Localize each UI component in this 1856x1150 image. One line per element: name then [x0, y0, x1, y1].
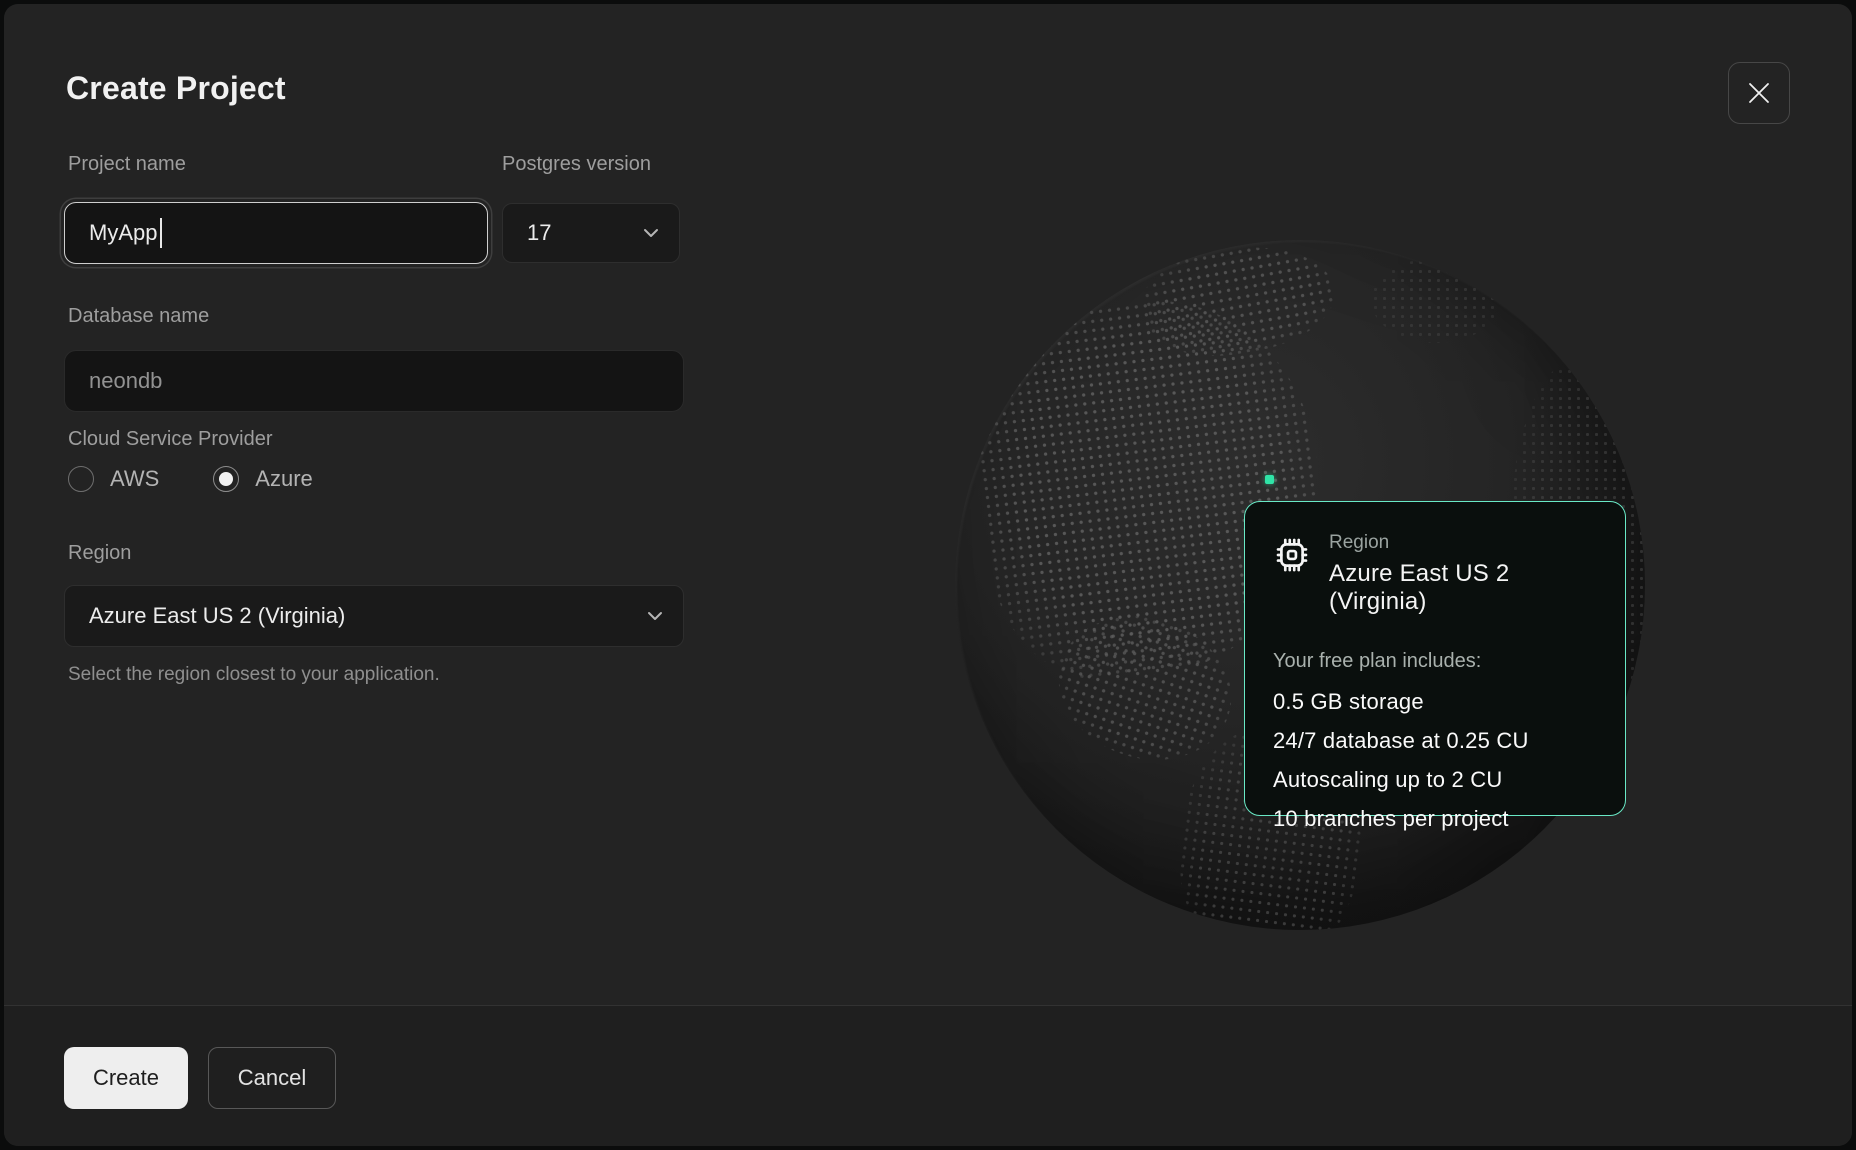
tooltip-region-title: Azure East US 2 (Virginia) — [1329, 560, 1595, 616]
project-name-label: Project name — [68, 153, 186, 176]
radio-azure-label: Azure — [255, 466, 312, 492]
database-name-label: Database name — [68, 305, 209, 328]
tooltip-feature-storage: 0.5 GB storage — [1273, 689, 1595, 715]
tooltip-plan-heading: Your free plan includes: — [1273, 650, 1595, 673]
region-helper-text: Select the region closest to your applic… — [68, 664, 440, 686]
region-select[interactable]: Azure East US 2 (Virginia) — [64, 585, 684, 647]
chevron-down-icon — [647, 611, 663, 621]
region-marker-dot — [1265, 475, 1274, 484]
text-caret — [160, 218, 162, 248]
radio-unselected-icon — [68, 466, 94, 492]
radio-selected-icon — [213, 466, 239, 492]
create-project-modal: Create Project — [4, 4, 1852, 1146]
radio-azure[interactable]: Azure — [213, 466, 312, 492]
radio-aws-label: AWS — [110, 466, 159, 492]
region-select-value: Azure East US 2 (Virginia) — [89, 603, 345, 629]
radio-aws[interactable]: AWS — [68, 466, 159, 492]
modal-footer: Create Cancel — [4, 1005, 1852, 1146]
close-button[interactable] — [1728, 62, 1790, 124]
database-name-input[interactable] — [64, 350, 684, 412]
project-name-value: MyApp — [89, 220, 157, 246]
page-title: Create Project — [66, 70, 286, 107]
page-background: Create Project — [0, 0, 1856, 1150]
tooltip-feature-database: 24/7 database at 0.25 CU — [1273, 728, 1595, 754]
region-tooltip: Region Azure East US 2 (Virginia) Your f… — [1244, 501, 1626, 816]
close-icon — [1745, 79, 1773, 107]
project-name-input[interactable]: MyApp — [64, 202, 488, 264]
tooltip-feature-branches: 10 branches per project — [1273, 806, 1595, 832]
tooltip-region-kicker: Region — [1329, 532, 1595, 554]
cancel-button[interactable]: Cancel — [208, 1047, 336, 1109]
cloud-provider-label: Cloud Service Provider — [68, 428, 273, 451]
create-button[interactable]: Create — [64, 1047, 188, 1109]
tooltip-feature-autoscaling: Autoscaling up to 2 CU — [1273, 767, 1595, 793]
postgres-version-label: Postgres version — [502, 153, 651, 176]
postgres-version-value: 17 — [527, 220, 551, 246]
chevron-down-icon — [643, 228, 659, 238]
globe-dots-north-atlantic — [1371, 258, 1501, 343]
cpu-chip-icon — [1273, 536, 1311, 574]
postgres-version-select[interactable]: 17 — [502, 203, 680, 263]
region-label: Region — [68, 542, 131, 565]
